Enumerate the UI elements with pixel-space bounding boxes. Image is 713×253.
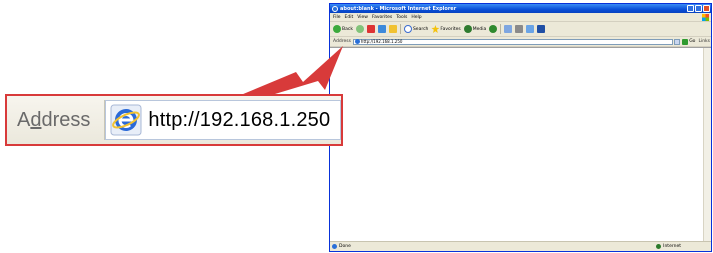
- media-label: Media: [472, 26, 487, 32]
- maximize-button[interactable]: [695, 5, 702, 12]
- edit-icon[interactable]: [526, 25, 535, 33]
- toolbar-separator: [500, 24, 502, 34]
- address-field[interactable]: http://192.168.1.250: [352, 38, 674, 45]
- page-icon: [354, 39, 360, 44]
- menu-favorites[interactable]: Favorites: [372, 15, 392, 20]
- home-icon[interactable]: [388, 25, 397, 33]
- media-button[interactable]: Media: [463, 25, 487, 33]
- back-label: Back: [342, 26, 353, 32]
- window-controls: [687, 5, 710, 12]
- title-bar: about:blank - Microsoft Internet Explore…: [330, 4, 711, 13]
- callout-url: http://192.168.1.250: [148, 108, 331, 131]
- search-icon: [403, 25, 412, 33]
- menu-bar: File Edit View Favorites Tools Help: [330, 13, 711, 22]
- address-value: http://192.168.1.250: [360, 39, 403, 44]
- status-bar: Done Internet: [330, 241, 711, 251]
- address-bar-zoom-callout: Address http://192.168.1.250: [5, 94, 343, 146]
- menu-file[interactable]: File: [333, 15, 341, 20]
- ie-logo-icon: [110, 104, 142, 136]
- address-dropdown-icon[interactable]: [674, 38, 681, 45]
- forward-button[interactable]: [355, 25, 364, 33]
- toolbar-separator: [399, 24, 401, 34]
- vertical-scrollbar[interactable]: [703, 48, 711, 242]
- menu-view[interactable]: View: [357, 15, 368, 20]
- go-button[interactable]: Go: [682, 38, 696, 45]
- stop-icon[interactable]: [366, 25, 375, 33]
- minimize-button[interactable]: [687, 5, 694, 12]
- window-title: about:blank - Microsoft Internet Explore…: [340, 5, 457, 12]
- back-button[interactable]: Back: [333, 25, 353, 33]
- menu-tools[interactable]: Tools: [396, 15, 407, 20]
- search-label: Search: [412, 26, 429, 32]
- media-icon: [463, 25, 472, 33]
- favorites-star-icon: [431, 25, 440, 33]
- internet-zone-icon: [656, 244, 662, 249]
- page-content-area[interactable]: [330, 47, 711, 242]
- ie-browser-window: about:blank - Microsoft Internet Explore…: [329, 3, 712, 252]
- security-zone: Internet: [656, 244, 681, 249]
- favorites-label: Favorites: [440, 26, 461, 32]
- address-bar: Address http://192.168.1.250 Go Links: [330, 37, 711, 47]
- history-icon[interactable]: [489, 25, 498, 33]
- back-arrow-icon: [333, 25, 341, 33]
- forward-arrow-icon: [355, 25, 364, 33]
- close-button[interactable]: [703, 5, 710, 12]
- refresh-icon[interactable]: [377, 25, 386, 33]
- address-label: Address: [333, 39, 351, 44]
- menu-edit[interactable]: Edit: [345, 15, 354, 20]
- menu-help[interactable]: Help: [411, 15, 421, 20]
- ie-icon: [332, 5, 338, 12]
- go-arrow-icon: [682, 38, 689, 45]
- standard-toolbar: Back Search Favorites Media: [330, 22, 711, 37]
- zone-text: Internet: [663, 244, 681, 249]
- links-button[interactable]: Links: [698, 39, 710, 44]
- print-icon[interactable]: [515, 25, 524, 33]
- callout-address-label: Address: [17, 108, 91, 131]
- status-text: Done: [339, 244, 351, 249]
- status-page-icon: [332, 244, 337, 249]
- go-label: Go: [689, 39, 696, 44]
- search-button[interactable]: Search: [403, 25, 429, 33]
- favorites-button[interactable]: Favorites: [431, 25, 461, 33]
- messenger-icon[interactable]: [537, 25, 546, 33]
- mail-icon[interactable]: [504, 25, 513, 33]
- callout-address-field[interactable]: http://192.168.1.250: [105, 100, 341, 140]
- windows-logo-icon: [702, 13, 709, 21]
